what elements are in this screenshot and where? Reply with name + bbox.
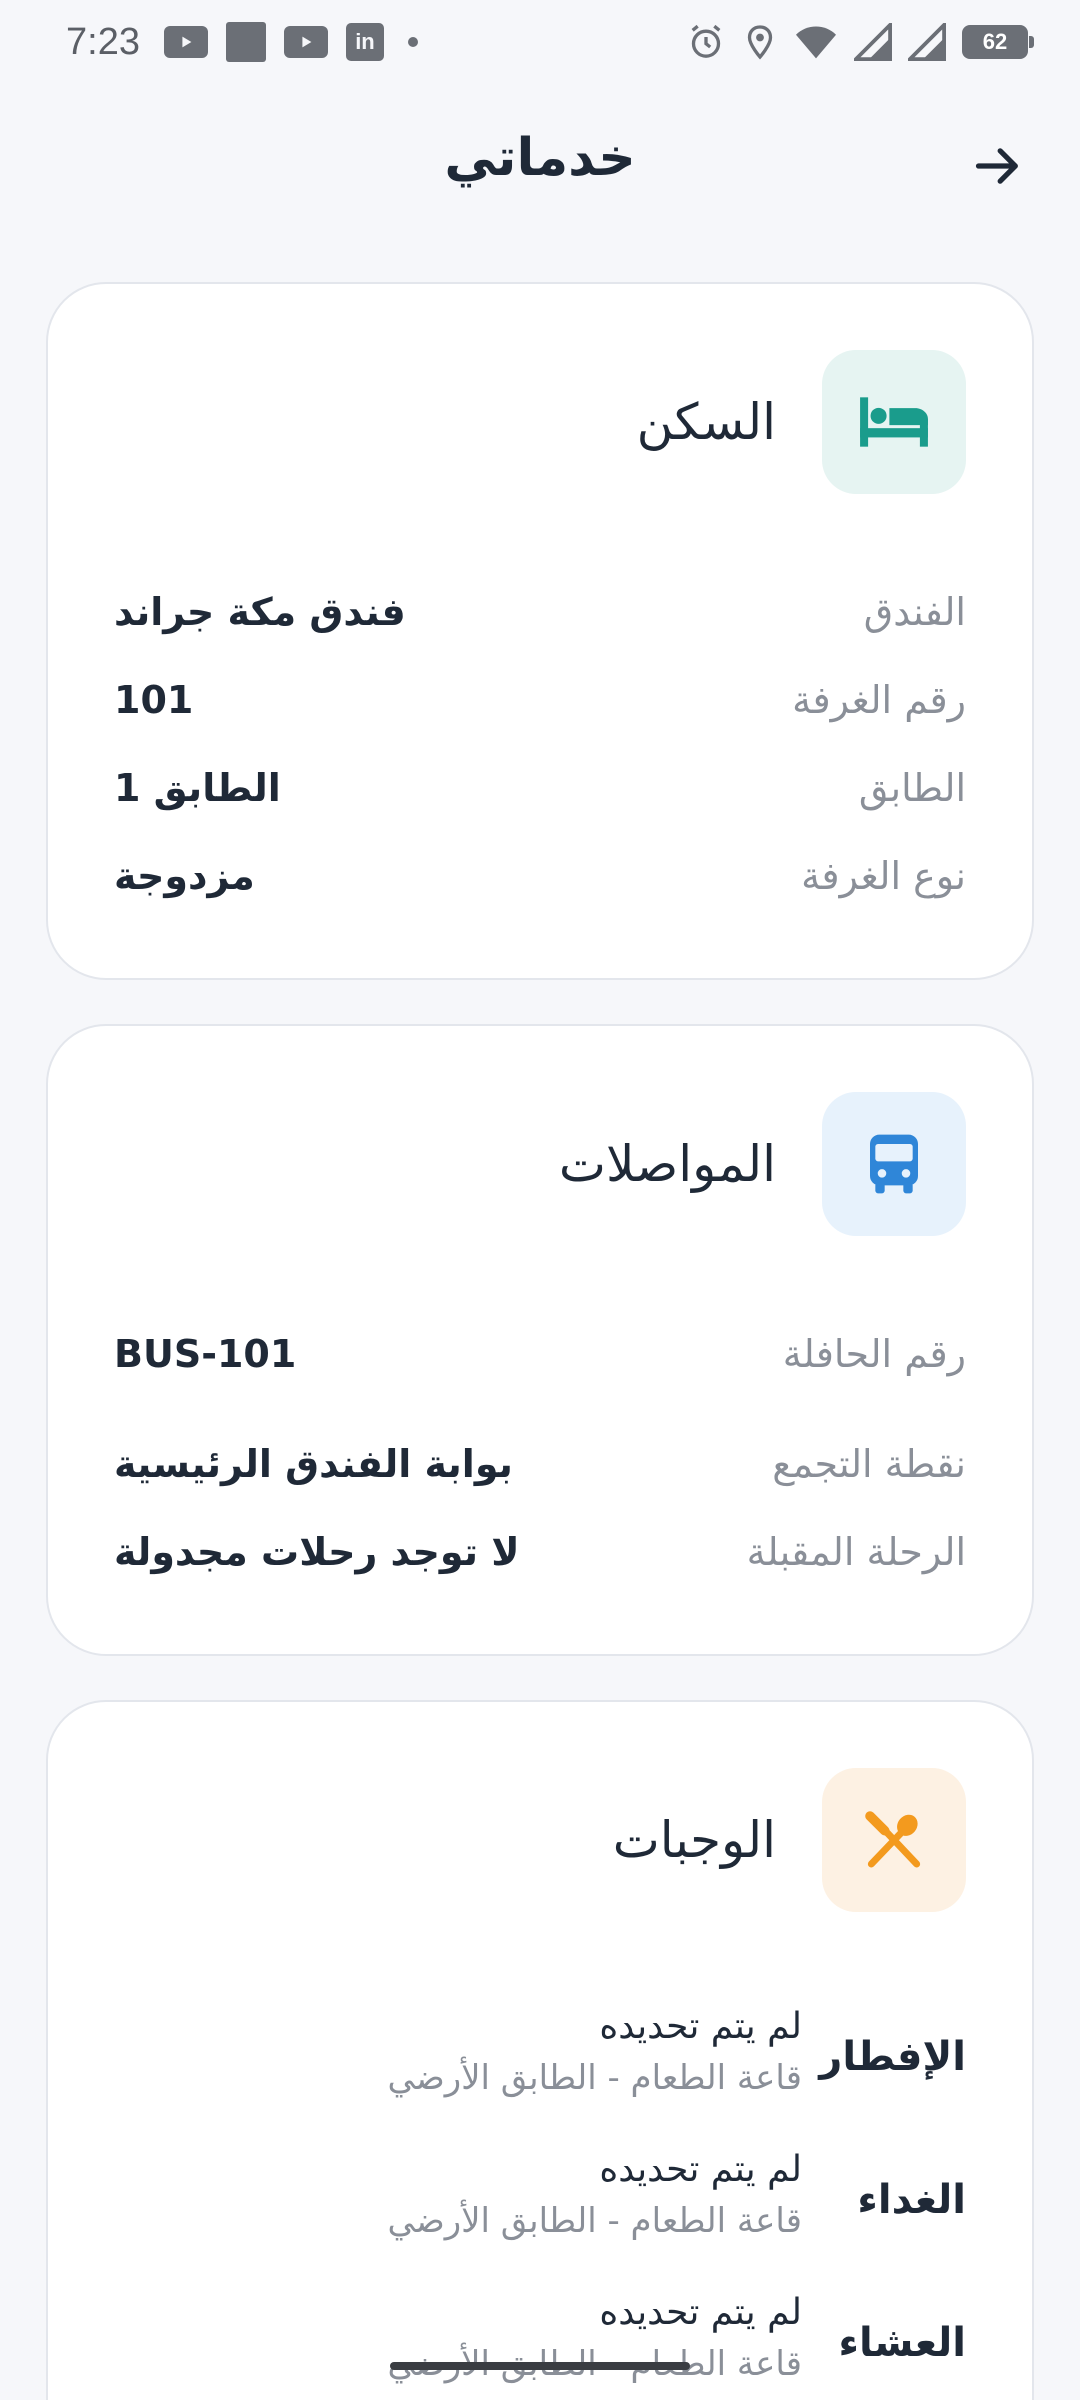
app-header: خدماتي: [0, 100, 1080, 230]
dot-icon: [407, 37, 418, 47]
transport-card[interactable]: المواصلات BUS-101 رقم الحافلة بوابة الفن…: [46, 1024, 1034, 1656]
meal-item-breakfast: الإفطار لم يتم تحديده قاعة الطعام - الطا…: [114, 2006, 966, 2116]
next-trip-label: الرحلة المقبلة: [746, 1530, 966, 1574]
floor-value: الطابق 1: [114, 766, 281, 810]
youtube-icon: [283, 26, 328, 58]
wifi-icon: [796, 26, 836, 59]
meal-item-dinner: العشاء لم يتم تحديده قاعة الطعام - الطاب…: [114, 2292, 966, 2400]
room-type-value: مزدوجة: [114, 854, 255, 898]
status-bar: 7:23 in 62: [0, 0, 1080, 84]
signal-icon: [854, 23, 892, 61]
lunch-time: لم يتم تحديده: [599, 2149, 802, 2190]
hotel-label: الفندق: [863, 590, 966, 634]
location-icon: [747, 25, 773, 60]
bus-number-label: رقم الحافلة: [782, 1332, 966, 1376]
lunch-label: الغداء: [857, 2177, 966, 2223]
dinner-time: لم يتم تحديده: [599, 2292, 802, 2333]
accommodation-card-header: السكن: [637, 350, 966, 494]
detail-row-room-type: مزدوجة نوع الغرفة: [114, 846, 966, 906]
page-title: خدماتي: [444, 128, 636, 188]
detail-row-hotel: فندق مكة جراند الفندق: [114, 582, 966, 642]
youtube-icon: [163, 26, 208, 58]
accommodation-title: السكن: [636, 393, 776, 451]
meal-item-lunch: الغداء لم يتم تحديده قاعة الطعام - الطاب…: [114, 2149, 966, 2259]
home-indicator[interactable]: [390, 2362, 690, 2370]
bus-icon: [870, 1134, 918, 1194]
bus-number-value: BUS-101: [114, 1332, 297, 1376]
hotel-value: فندق مكة جراند: [114, 590, 406, 634]
transport-card-header: المواصلات: [559, 1092, 966, 1236]
next-trip-value: لا توجد رحلات مجدولة: [114, 1530, 520, 1574]
linkedin-icon: in: [345, 23, 384, 61]
detail-row-bus-number: BUS-101 رقم الحافلة: [114, 1324, 966, 1384]
signal-icon: [908, 23, 946, 61]
bed-icon: [860, 397, 928, 447]
room-type-label: نوع الغرفة: [801, 854, 966, 898]
detail-row-floor: الطابق 1 الطابق: [114, 758, 966, 818]
floor-label: الطابق: [858, 766, 966, 810]
detail-row-room-number: 101 رقم الغرفة: [114, 670, 966, 730]
app-square-icon: [225, 22, 266, 62]
transport-title: المواصلات: [558, 1135, 776, 1193]
meals-icon-tile: [822, 1768, 966, 1912]
detail-row-meeting-point: بوابة الفندق الرئيسية نقطة التجمع: [114, 1434, 966, 1494]
alarm-icon: [691, 24, 721, 58]
dinner-label: العشاء: [838, 2320, 966, 2366]
room-number-value: 101: [114, 678, 194, 722]
breakfast-label: الإفطار: [819, 2034, 966, 2080]
accommodation-card[interactable]: السكن فندق مكة جراند الفندق 101 رقم الغر…: [46, 282, 1034, 980]
status-bar-right: 62: [686, 22, 1034, 62]
meeting-point-value: بوابة الفندق الرئيسية: [114, 1442, 513, 1486]
lunch-place: قاعة الطعام - الطابق الأرضي: [387, 2201, 802, 2241]
back-button[interactable]: [968, 136, 1028, 196]
breakfast-place: قاعة الطعام - الطابق الأرضي: [387, 2058, 802, 2098]
utensils-icon: [865, 1811, 921, 1868]
meals-card[interactable]: الوجبات الإفطار لم يتم تحديده قاعة الطعا…: [46, 1700, 1034, 2400]
arrow-right-icon: [975, 148, 1018, 184]
battery-icon: 62: [962, 25, 1034, 59]
meeting-point-label: نقطة التجمع: [772, 1442, 966, 1486]
meals-card-header: الوجبات: [613, 1768, 966, 1912]
meals-title: الوجبات: [612, 1811, 776, 1869]
room-number-label: رقم الغرفة: [792, 678, 966, 722]
accommodation-icon-tile: [822, 350, 966, 494]
status-time: 7:23: [66, 20, 140, 63]
status-bar-left: 7:23 in: [66, 21, 418, 64]
breakfast-time: لم يتم تحديده: [599, 2006, 802, 2047]
detail-row-next-trip: لا توجد رحلات مجدولة الرحلة المقبلة: [114, 1522, 966, 1582]
transport-icon-tile: [822, 1092, 966, 1236]
